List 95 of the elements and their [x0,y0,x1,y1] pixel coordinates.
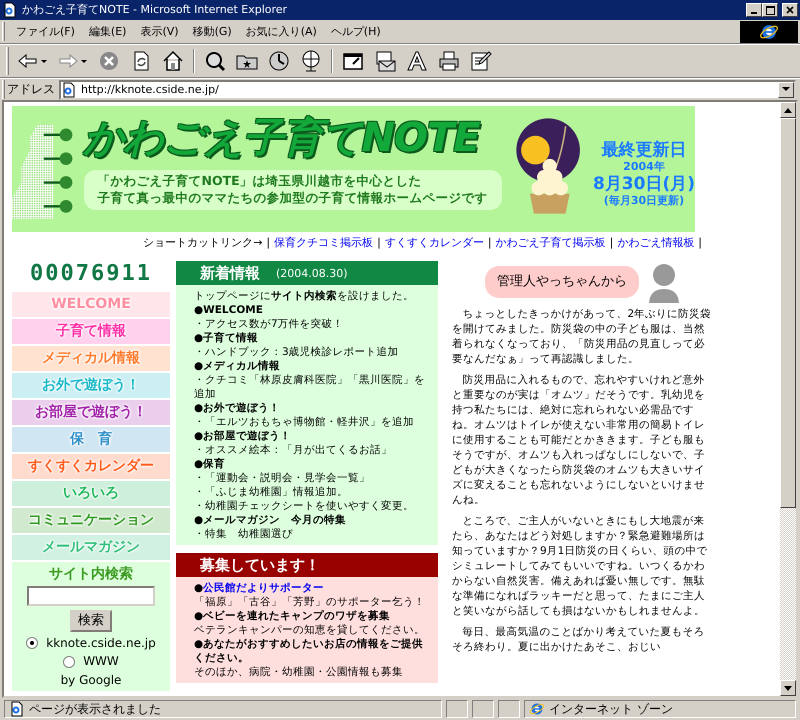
message-paragraph: 防災用品に入れるもので、忘れやすいけれど意外と重要なのが実は「オムツ」だそうです。乳幼児を持つ私たちには、絶対に忘れられない必需品ですね。オムツはトイレが使えない非常用の簡易トイレに使用することも可能だとかききます。子ども服もそうですが、オムツも入れっぱなしにしないで、子どもが大きくなったら防災袋のオムツも大きいサイズに変えることも忘れないようにしないといけませんね。 [452,373,706,508]
news-text: そのほか、病院・幼稚園・公園情報も募集 [194,665,404,680]
news-text: ●WELCOME [194,303,264,318]
recruit-link[interactable]: 公民館だよりサポーター [203,582,324,594]
news-text: ・「エルツおもちゃ博物館・軽井沢」を追加 [194,415,415,430]
news-text: ●保育 [194,457,226,472]
close-button[interactable] [782,3,798,17]
news-text: ・「運動会・説明会・見学会一覧」 [194,471,371,486]
link-separator: | [698,236,702,250]
maximize-icon [766,6,774,14]
tagline-text: 「かわごえ子育てNOTE」は埼玉県川越市を中心とした [98,173,423,190]
sidebar-link[interactable]: お部屋で遊ぼう！ [12,400,170,425]
news-text: ●あなたがおすすめしたいお店の情報をご提供ください。 [194,637,424,666]
news-text: ●お部屋で遊ぼう！ [194,429,292,444]
up-arrow-icon[interactable] [784,108,792,112]
update-year: 2004年 [623,160,665,174]
status-text: ページが表示されました [29,702,161,716]
visit-counter: 00076911 [29,261,153,288]
address-label: アドレス [7,82,55,97]
message-paragraph: ちょっとしたきっかけがあって、2年ぶりに防災袋を開けてみました。防災袋の中の子ども服は、当然着られなくなっており、「防災用品の見直しって必要なんだなぁ」って再認識しました。 [452,307,712,368]
news-text: 「福原」「古谷」「芳野」のサポーター乞う！ [194,595,426,610]
menu-item[interactable]: ヘルプ(H) [324,22,388,40]
news-text: ●メディカル情報 [194,359,282,374]
news-text: トップページにサイト内検索を設けました。 [194,289,415,304]
update-label: 最終更新日 [601,140,686,160]
stop-icon[interactable] [97,49,121,73]
search-title: サイト内検索 [49,566,133,582]
news-text: ・クチコミ「林原皮膚科医院」「黒川医院」を追加 [194,373,426,402]
shortcut-link[interactable]: 保育クチコミ掲示板 [274,236,374,250]
news-date: (2004.08.30) [276,266,348,280]
clock-icon[interactable] [267,49,291,73]
menu-item[interactable]: お気に入り(A) [238,22,324,40]
status-pane [472,700,494,718]
caret-icon [782,87,790,92]
minimize-button[interactable] [746,3,762,17]
menu-item[interactable]: 表示(V) [133,22,186,40]
edit-icon[interactable] [469,49,493,73]
news-title: 新着情報 [200,264,260,282]
link-separator: | [488,236,492,250]
radio-label: kknote.cside.ne.jp [46,636,156,650]
message-paragraph: ところで、ご主人がいないときにもし大地震が来たら、あなたはどう対処しますか？緊急避難場所は知っていますか？9月1日防災の日くらい、頭の中でシミュレートしてみてもいいですね。いつくるかわからない自然災害。備えあれば憂い無しです。無駄な準備になればラッキーだと思って、たまにご主人と笑いながら話しても損はないかもしれませんよ。 [452,514,708,620]
globe-icon [529,701,545,717]
news-text: ・特集 幼稚園選び [194,527,294,542]
page-icon [9,701,25,717]
tagline-text: 子育て真っ最中のママたちの参加型の子育て情報ホームページです [98,190,488,207]
status-pane [498,700,520,718]
printer-icon[interactable] [437,49,461,73]
news-text: ・アクセス数が7万件を突破！ [194,317,345,332]
site-title: かわごえ子育てNOTE [84,114,480,162]
radio-button[interactable] [26,637,38,650]
scrollbar[interactable] [780,102,796,696]
link-separator: | [377,236,381,250]
down-arrow-icon[interactable] [784,686,792,690]
news-text: ・ハンドブック：3歳児検診レポート追加 [194,345,400,360]
news-text: ●ベビーを連れたキャンプのワザを募集 [194,609,392,624]
recruit-title: 募集しています！ [200,556,320,574]
search-icon[interactable] [203,49,227,73]
search-field[interactable] [27,586,155,606]
address-field[interactable]: http://kknote.cside.ne.jp/ [59,80,796,100]
shortcut-link[interactable]: かわごえ情報板 [617,236,694,250]
radio-label: WWW [83,654,119,669]
news-text: ●メールマガジン 今月の特集 [194,513,348,528]
home-icon[interactable] [161,49,185,73]
radio-button[interactable] [63,656,76,668]
news-text: ●お外で遊ぼう！ [194,401,282,416]
link-separator: | [266,236,270,250]
status-pane [446,700,468,718]
bullet-marker: ● [194,582,204,594]
update-note: (毎月30日更新) [604,194,684,208]
window-title: かわごえ子育てNOTE - Microsoft Internet Explorer [22,3,288,17]
menu-item[interactable]: ファイル(F) [9,22,82,40]
search-credit: by Google [60,672,122,688]
page-icon [2,2,18,18]
news-text: ベテランキャンパーの知恵を貸してください。 [194,623,426,638]
update-date: 8月30日(月) [592,174,695,194]
dropdown-button[interactable] [778,82,794,98]
font-icon[interactable] [405,49,429,73]
news-text: ・幼稚園チェックシートを使いやすく変更。 [194,499,415,514]
avatar-silhouette-icon [647,261,681,304]
zone-text: インターネット ゾーン [549,702,673,716]
close-icon [786,6,794,14]
shortcut-link[interactable]: かわごえ子育て掲示板 [496,236,606,250]
maximize-button[interactable] [762,3,778,17]
menu-item[interactable]: 編集(E) [82,22,134,40]
speech-bubble: 管理人やっちゃんから [485,266,639,298]
news-text: ・「ふじま幼稚園」情報追加。 [194,485,349,500]
shortcut-label: ショートカットリンク→ [143,236,262,250]
page-icon [61,82,77,98]
news-text: ●子育て情報 [194,331,260,346]
news-text: ・オススメ絵本：「月が出てくるお話」 [194,443,393,458]
link-separator: | [610,236,614,250]
shortcut-link[interactable]: すくすくカレンダー [384,236,484,250]
search-button[interactable]: 検索 [70,610,112,632]
menu-item[interactable]: 移動(G) [186,22,239,40]
message-paragraph: 毎日、最高気温のことばかり考えていた夏もそろそろ終わり。夏に出かけたあそこ、おじい [452,625,706,656]
